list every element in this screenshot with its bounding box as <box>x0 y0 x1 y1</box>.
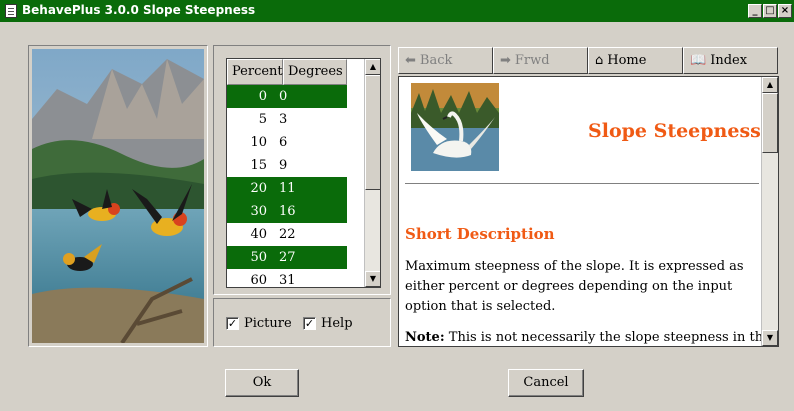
slope-table-list[interactable]: Percent Degrees 0 0 5 3 10 6 15 9 20 11 30 16 40 22 50… <box>226 58 381 288</box>
degrees-cell: 6 <box>279 135 288 150</box>
minimize-button[interactable]: _ <box>748 4 762 18</box>
percent-cell: 10 <box>250 135 267 150</box>
table-row[interactable]: 20 11 <box>227 177 347 200</box>
help-checkbox-box[interactable]: ✓ <box>303 317 316 330</box>
help-title: Slope Steepness <box>588 120 761 142</box>
table-row[interactable]: 10 6 <box>227 131 347 154</box>
degrees-cell: 16 <box>279 204 296 219</box>
help-scrollbar[interactable]: ▲ ▼ <box>761 77 778 346</box>
window-title: BehavePlus 3.0.0 Slope Steepness <box>22 3 256 17</box>
book-icon: 📖 <box>690 53 707 68</box>
close-button[interactable]: × <box>778 4 792 18</box>
home-icon: ⌂ <box>595 53 604 68</box>
ok-button[interactable]: Ok <box>225 369 299 397</box>
degrees-cell: 0 <box>279 89 288 104</box>
table-header: Percent Degrees <box>227 59 347 85</box>
help-nav-bar: ⬅ Back ➡ Frwd ⌂ Home 📖 Index <box>398 47 778 74</box>
home-button[interactable]: ⌂ Home <box>588 47 683 74</box>
note-label: Note: <box>405 330 445 345</box>
index-label: Index <box>710 53 748 68</box>
table-row[interactable]: 00 <box>227 85 347 108</box>
cancel-button[interactable]: Cancel <box>508 369 584 397</box>
back-arrow-icon: ⬅ <box>405 53 416 68</box>
help-content-pane[interactable]: Slope Steepness Short Description Maximu… <box>398 76 779 347</box>
back-button[interactable]: ⬅ Back <box>398 47 493 74</box>
header-percent[interactable]: Percent <box>227 59 283 85</box>
table-row[interactable]: 53 <box>227 108 347 131</box>
help-checkbox[interactable]: ✓ Help <box>303 316 353 331</box>
scroll-thumb[interactable] <box>365 75 380 190</box>
table-scrollbar[interactable]: ▲ ▼ <box>364 59 380 287</box>
degrees-cell: 22 <box>279 227 296 242</box>
table-row[interactable]: 60 31 <box>227 269 347 288</box>
degrees-cell: 9 <box>279 158 288 173</box>
scroll-down-button[interactable]: ▼ <box>365 271 380 287</box>
degrees-cell: 27 <box>279 250 296 265</box>
percent-cell: 20 <box>250 181 267 196</box>
percent-cell: 50 <box>250 250 267 265</box>
index-button[interactable]: 📖 Index <box>683 47 778 74</box>
scroll-up-button[interactable]: ▲ <box>365 59 380 75</box>
picture-checkbox-label: Picture <box>244 316 292 331</box>
percent-cell: 15 <box>250 158 267 173</box>
picture-checkbox[interactable]: ✓ Picture <box>226 316 292 331</box>
app-document-icon <box>5 4 17 18</box>
table-row[interactable]: 15 9 <box>227 154 347 177</box>
header-degrees[interactable]: Degrees <box>283 59 347 85</box>
help-section-heading: Short Description <box>405 225 555 243</box>
table-rows: 0 0 5 3 10 6 15 9 20 11 30 16 40 22 50 27 60 31 <box>227 85 347 288</box>
percent-cell: 40 <box>250 227 267 242</box>
percent-cell: 30 <box>250 204 267 219</box>
note-text: This is not necessarily the slope steepn… <box>444 330 771 345</box>
forward-arrow-icon: ➡ <box>500 53 511 68</box>
table-row[interactable]: 30 16 <box>227 200 347 223</box>
help-scroll-thumb[interactable] <box>762 93 778 153</box>
forward-button[interactable]: ➡ Frwd <box>493 47 588 74</box>
home-label: Home <box>607 53 647 68</box>
display-options: ✓ Picture ✓ Help <box>226 316 386 336</box>
percent-cell: 0 <box>258 89 267 104</box>
help-divider <box>405 183 759 185</box>
degrees-cell: 3 <box>279 112 288 127</box>
percent-cell: 5 <box>258 112 267 127</box>
help-scroll-up-button[interactable]: ▲ <box>762 77 778 93</box>
help-note: Note: This is not necessarily the slope … <box>405 328 771 346</box>
table-row[interactable]: 40 22 <box>227 223 347 246</box>
degrees-cell: 11 <box>279 181 296 196</box>
title-bar: BehavePlus 3.0.0 Slope Steepness _ □ × <box>0 0 794 22</box>
landscape-birds-picture <box>32 49 204 343</box>
degrees-cell: 31 <box>279 273 296 288</box>
picture-checkbox-box[interactable]: ✓ <box>226 317 239 330</box>
help-checkbox-label: Help <box>321 316 353 331</box>
help-description: Maximum steepness of the slope. It is ex… <box>405 259 744 314</box>
maximize-button[interactable]: □ <box>763 4 777 18</box>
percent-cell: 60 <box>250 273 267 288</box>
swan-picture <box>411 83 499 171</box>
help-scroll-down-button[interactable]: ▼ <box>762 330 778 346</box>
forward-label: Frwd <box>514 53 550 68</box>
back-label: Back <box>419 53 453 68</box>
table-row[interactable]: 50 27 <box>227 246 347 269</box>
